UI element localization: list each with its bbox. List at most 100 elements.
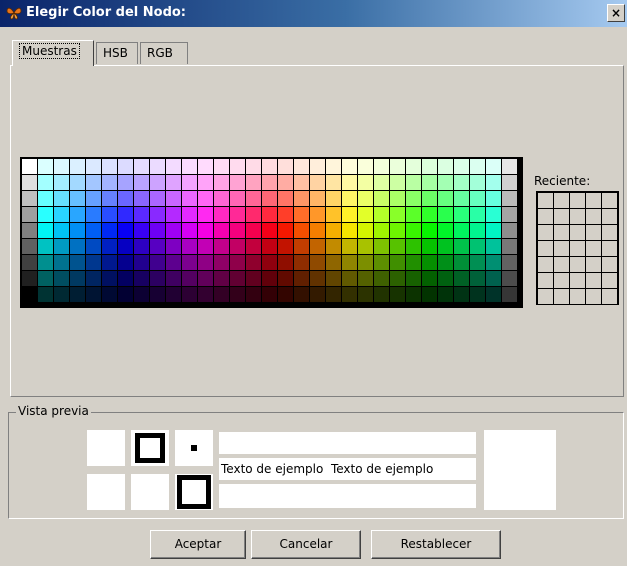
color-swatch[interactable] — [342, 287, 358, 303]
color-swatch[interactable] — [182, 159, 198, 175]
recent-swatch[interactable] — [570, 225, 586, 241]
color-swatch[interactable] — [70, 159, 86, 175]
tab-rgb[interactable]: RGB — [140, 42, 188, 64]
recent-swatch[interactable] — [602, 241, 618, 257]
color-swatch[interactable] — [454, 175, 470, 191]
color-swatch[interactable] — [310, 271, 326, 287]
color-swatch[interactable] — [262, 239, 278, 255]
color-swatch[interactable] — [342, 191, 358, 207]
color-swatch[interactable] — [214, 175, 230, 191]
color-swatch[interactable] — [134, 255, 150, 271]
reset-button[interactable]: Restablecer — [371, 530, 501, 559]
recent-swatch[interactable] — [570, 241, 586, 257]
color-swatch[interactable] — [38, 159, 54, 175]
color-swatch[interactable] — [374, 239, 390, 255]
color-swatch[interactable] — [54, 255, 70, 271]
color-swatch[interactable] — [278, 239, 294, 255]
color-swatch[interactable] — [86, 175, 102, 191]
color-swatch[interactable] — [294, 207, 310, 223]
color-swatch[interactable] — [134, 191, 150, 207]
recent-swatch[interactable] — [602, 273, 618, 289]
color-swatch[interactable] — [38, 175, 54, 191]
color-swatch[interactable] — [150, 159, 166, 175]
color-swatch[interactable] — [438, 255, 454, 271]
color-swatch[interactable] — [230, 271, 246, 287]
color-swatch[interactable] — [38, 287, 54, 303]
color-swatch[interactable] — [294, 175, 310, 191]
color-swatch[interactable] — [86, 239, 102, 255]
color-swatch[interactable] — [390, 191, 406, 207]
color-swatch[interactable] — [278, 191, 294, 207]
color-swatch[interactable] — [454, 191, 470, 207]
color-swatch[interactable] — [246, 191, 262, 207]
color-swatch[interactable] — [454, 223, 470, 239]
color-swatch[interactable] — [342, 255, 358, 271]
recent-swatch[interactable] — [570, 273, 586, 289]
color-swatch[interactable] — [486, 175, 502, 191]
color-swatch[interactable] — [374, 271, 390, 287]
color-swatch[interactable] — [102, 159, 118, 175]
color-swatch[interactable] — [150, 175, 166, 191]
color-swatch[interactable] — [486, 287, 502, 303]
color-swatch[interactable] — [70, 239, 86, 255]
color-swatch[interactable] — [438, 287, 454, 303]
color-swatch[interactable] — [230, 159, 246, 175]
recent-swatch[interactable] — [586, 209, 602, 225]
color-swatch[interactable] — [390, 159, 406, 175]
color-swatch[interactable] — [486, 191, 502, 207]
color-swatch[interactable] — [294, 191, 310, 207]
color-swatch[interactable] — [166, 207, 182, 223]
color-swatch[interactable] — [358, 239, 374, 255]
color-swatch[interactable] — [294, 287, 310, 303]
color-swatch[interactable] — [102, 239, 118, 255]
color-swatch[interactable] — [278, 207, 294, 223]
recent-swatch[interactable] — [538, 209, 554, 225]
recent-swatch[interactable] — [602, 257, 618, 273]
color-swatch[interactable] — [230, 191, 246, 207]
ok-button[interactable]: Aceptar — [150, 530, 246, 559]
recent-swatch[interactable] — [586, 289, 602, 305]
recent-swatch[interactable] — [538, 193, 554, 209]
color-swatch[interactable] — [166, 159, 182, 175]
color-swatch[interactable] — [118, 175, 134, 191]
color-swatch[interactable] — [390, 271, 406, 287]
color-swatch[interactable] — [326, 271, 342, 287]
color-swatch[interactable] — [422, 175, 438, 191]
color-swatch[interactable] — [134, 239, 150, 255]
color-swatch[interactable] — [454, 159, 470, 175]
color-swatch[interactable] — [278, 159, 294, 175]
color-swatch[interactable] — [326, 223, 342, 239]
recent-swatch[interactable] — [554, 241, 570, 257]
color-swatch[interactable] — [358, 207, 374, 223]
color-swatch[interactable] — [358, 271, 374, 287]
color-swatch[interactable] — [182, 191, 198, 207]
color-swatch[interactable] — [86, 255, 102, 271]
color-swatch[interactable] — [262, 271, 278, 287]
color-swatch[interactable] — [438, 239, 454, 255]
color-swatch[interactable] — [326, 287, 342, 303]
color-swatch[interactable] — [230, 175, 246, 191]
color-swatch[interactable] — [358, 175, 374, 191]
color-swatch[interactable] — [230, 287, 246, 303]
color-swatch[interactable] — [166, 175, 182, 191]
color-swatch[interactable] — [70, 191, 86, 207]
color-swatch[interactable] — [310, 175, 326, 191]
color-swatch[interactable] — [454, 239, 470, 255]
color-swatch[interactable] — [70, 255, 86, 271]
color-swatch[interactable] — [278, 287, 294, 303]
color-swatch[interactable] — [326, 159, 342, 175]
color-swatch[interactable] — [118, 239, 134, 255]
color-swatch[interactable] — [422, 255, 438, 271]
color-swatch[interactable] — [326, 175, 342, 191]
color-swatch[interactable] — [374, 223, 390, 239]
recent-swatch[interactable] — [538, 273, 554, 289]
color-swatch[interactable] — [246, 223, 262, 239]
color-swatch[interactable] — [502, 175, 518, 191]
color-swatch[interactable] — [374, 207, 390, 223]
color-swatch[interactable] — [422, 239, 438, 255]
color-swatch[interactable] — [406, 159, 422, 175]
color-swatch[interactable] — [486, 159, 502, 175]
recent-swatch[interactable] — [554, 209, 570, 225]
color-swatch[interactable] — [22, 223, 38, 239]
color-swatch[interactable] — [262, 191, 278, 207]
